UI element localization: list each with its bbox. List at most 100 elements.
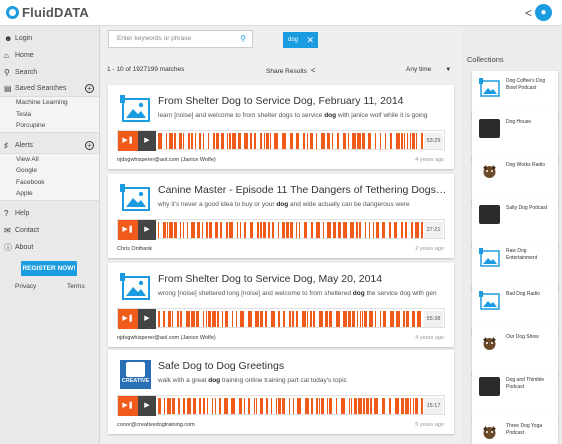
search-icon: ⚲ bbox=[4, 68, 10, 77]
waveform[interactable] bbox=[158, 311, 423, 327]
alert-item[interactable]: Facebook bbox=[0, 177, 99, 189]
image-placeholder-icon bbox=[120, 95, 151, 124]
filter-chip[interactable]: dog ✕ bbox=[283, 32, 318, 48]
waveform[interactable] bbox=[158, 222, 423, 238]
waveform-bar bbox=[212, 398, 213, 414]
dog-silhouette-icon bbox=[126, 362, 145, 377]
waveform-bar bbox=[215, 222, 218, 238]
result-title[interactable]: From Shelter Dog to Service Dog, May 20,… bbox=[158, 273, 448, 285]
result-title[interactable]: Canine Master - Episode 11 The Dangers o… bbox=[158, 184, 448, 196]
waveform-bar bbox=[421, 133, 423, 149]
sidebar-item-search[interactable]: ⚲ Search bbox=[0, 64, 99, 81]
play-icon[interactable]: ▶ bbox=[138, 220, 156, 240]
waveform-bar bbox=[404, 133, 405, 149]
results-count: 1 - 10 of 1927199 matches bbox=[107, 66, 185, 73]
result-author[interactable]: njdogwhisperer@aol.com (Janice Wolfe) bbox=[117, 335, 216, 341]
waveform-bar bbox=[236, 311, 237, 327]
result-author[interactable]: Chris Onthank bbox=[117, 246, 152, 252]
play-icon[interactable]: ▶ bbox=[138, 396, 156, 416]
logo[interactable]: FluidDATA bbox=[6, 5, 89, 20]
collection-card[interactable]: Three Dog Yoga Podcast bbox=[472, 416, 558, 444]
saved-search-item[interactable]: Tesla bbox=[0, 109, 99, 121]
close-icon[interactable]: ✕ bbox=[306, 32, 314, 48]
waveform-bar bbox=[412, 311, 415, 327]
share-icon[interactable]: < bbox=[525, 6, 532, 20]
saved-search-item[interactable]: Machine Learning bbox=[0, 97, 99, 109]
waveform-bar bbox=[199, 398, 201, 414]
sidebar-item-login[interactable]: ☻ Login bbox=[0, 30, 99, 47]
waveform-bar bbox=[215, 398, 216, 414]
waveform-bar bbox=[337, 133, 339, 149]
time-filter-select[interactable]: Any time ▼ bbox=[406, 66, 451, 73]
skip-icon[interactable]: ▶❚ bbox=[118, 396, 138, 416]
saved-search-item[interactable]: Porcupine bbox=[0, 120, 99, 132]
play-icon[interactable]: ▶ bbox=[138, 309, 156, 329]
sidebar-saved-searches[interactable]: ▤ Saved Searches + bbox=[0, 81, 99, 96]
skip-icon[interactable]: ▶❚ bbox=[118, 309, 138, 329]
waveform-bar bbox=[220, 222, 222, 238]
user-avatar-icon[interactable]: ● bbox=[535, 4, 552, 21]
logo-text: FluidDATA bbox=[22, 5, 90, 20]
waveform-bar bbox=[333, 222, 336, 238]
alert-item[interactable]: Google bbox=[0, 165, 99, 177]
waveform-bar bbox=[401, 133, 403, 149]
result-title[interactable]: Safe Dog to Dog Greetings bbox=[158, 360, 448, 372]
result-title[interactable]: From Shelter Dog to Service Dog, Februar… bbox=[158, 95, 448, 107]
play-icon[interactable]: ▶ bbox=[138, 131, 156, 151]
waveform[interactable] bbox=[158, 133, 423, 149]
collection-card[interactable]: Dog and Thimble Podcast bbox=[472, 370, 558, 420]
sidebar-item-about[interactable]: ⓘ About bbox=[0, 239, 99, 256]
result-author[interactable]: conor@creativedogtraining.com bbox=[117, 422, 195, 428]
waveform-bar bbox=[343, 222, 347, 238]
sidebar-alerts[interactable]: ♯ Alerts + bbox=[0, 138, 99, 153]
waveform-bar bbox=[394, 222, 397, 238]
add-saved-search-icon[interactable]: + bbox=[85, 84, 94, 93]
waveform-bar bbox=[292, 311, 294, 327]
add-alert-icon[interactable]: + bbox=[85, 140, 94, 150]
alert-item[interactable]: View All bbox=[0, 154, 99, 166]
result-card[interactable]: Canine Master - Episode 11 The Dangers o… bbox=[108, 174, 454, 258]
waveform-bar bbox=[374, 398, 378, 414]
duration: 27:21 bbox=[424, 222, 443, 238]
waveform-bar bbox=[406, 311, 409, 327]
waveform[interactable] bbox=[158, 398, 423, 414]
sidebar-item-help[interactable]: ? Help bbox=[0, 205, 99, 222]
skip-icon[interactable]: ▶❚ bbox=[118, 220, 138, 240]
waveform-bar bbox=[174, 133, 176, 149]
result-card[interactable]: From Shelter Dog to Service Dog, May 20,… bbox=[108, 263, 454, 347]
waveform-bar bbox=[202, 222, 203, 238]
sidebar-item-home[interactable]: ⌂ Home bbox=[0, 47, 99, 64]
waveform-bar bbox=[180, 222, 181, 238]
waveform-bar bbox=[307, 133, 308, 149]
terms-link[interactable]: Terms bbox=[67, 283, 85, 290]
result-card[interactable]: CREATIVE Safe Dog to Dog Greetings walk … bbox=[108, 350, 454, 434]
waveform-bar bbox=[238, 133, 241, 149]
result-card[interactable]: From Shelter Dog to Service Dog, Februar… bbox=[108, 85, 454, 169]
waveform-bar bbox=[357, 311, 358, 327]
waveform-bar bbox=[319, 398, 320, 414]
waveform-bar bbox=[163, 311, 165, 327]
share-results-button[interactable]: Share Results < bbox=[266, 66, 316, 75]
privacy-link[interactable]: Privacy bbox=[15, 283, 36, 290]
result-author[interactable]: njdogwhisperer@aol.com (Janice Wolfe) bbox=[117, 157, 216, 163]
podcast-cover-image bbox=[479, 205, 500, 224]
waveform-bar bbox=[266, 398, 268, 414]
alert-item[interactable]: Apple bbox=[0, 188, 99, 200]
waveform-bar bbox=[207, 398, 208, 414]
waveform-bar bbox=[357, 133, 361, 149]
skip-icon[interactable]: ▶❚ bbox=[118, 131, 138, 151]
waveform-bar bbox=[193, 398, 196, 414]
collection-name: Dog Coffee's Dog Bowl Podcast bbox=[506, 78, 546, 91]
search-input[interactable]: Enter keywords or phrase ⚲ bbox=[108, 30, 253, 48]
waveform-bar bbox=[239, 398, 242, 414]
waveform-bar bbox=[321, 133, 325, 149]
waveform-bar bbox=[307, 311, 308, 327]
dog-cover-image bbox=[479, 162, 500, 181]
register-button[interactable]: REGISTER NOW! bbox=[21, 261, 77, 276]
result-snippet: wrong [noise] sheltered long [noise] and… bbox=[158, 290, 437, 297]
search-icon[interactable]: ⚲ bbox=[240, 31, 246, 47]
sidebar-item-contact[interactable]: ✉ Contact bbox=[0, 222, 99, 239]
waveform-bar bbox=[231, 398, 235, 414]
waveform-bar bbox=[289, 398, 290, 414]
home-icon: ⌂ bbox=[4, 51, 9, 60]
